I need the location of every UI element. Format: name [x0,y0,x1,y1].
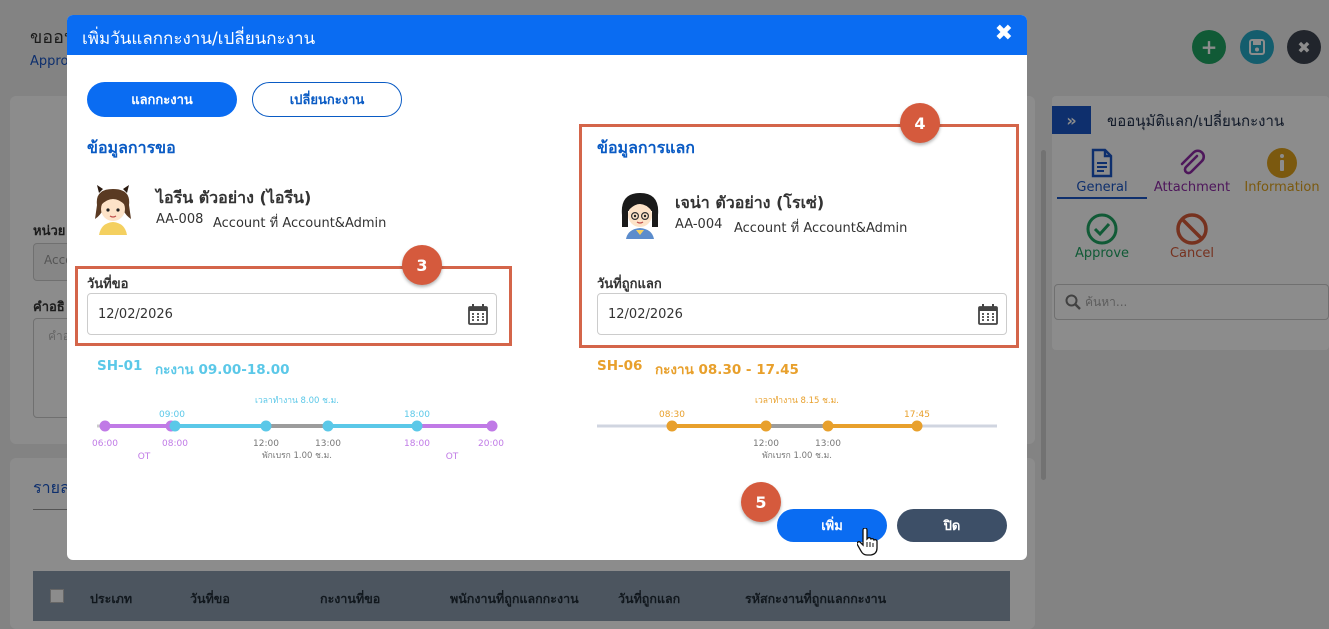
requester-code: AA-008 [156,212,204,227]
request-shift-code: SH-01 [97,358,143,374]
requester-position: Account ที่ Account&Admin [213,216,387,231]
tab-change-shift[interactable]: เปลี่ยนกะงาน [252,82,402,117]
timeline-point [822,420,834,432]
timeline-point [99,420,111,432]
modal-title: เพิ่มวันแลกกะงาน/เปลี่ยนกะงาน [82,29,316,49]
time-label: 18:00 [404,439,430,449]
modal-close-icon[interactable]: ✖ [995,23,1013,45]
request-shift-text: กะงาน 09.00-18.00 [155,362,290,378]
step-badge-5: 5 [741,482,781,522]
ot-label: OT [446,452,459,462]
swap-shift-code: SH-06 [597,358,643,374]
swap-shift-text: กะงาน 08.30 - 17.45 [655,362,799,378]
time-label: 09:00 [159,410,185,420]
timeline-point [169,420,181,432]
swap-shift-timeline: เวลาทำงาน 8.15 ช.ม. 08:30 17:45 12:00 13… [597,396,997,461]
time-label: 12:00 [253,439,279,449]
time-label: 08:00 [162,439,188,449]
close-button[interactable]: ปิด [897,509,1007,542]
request-shift-timeline: เวลาทำงาน 8.00 ช.ม. 09:00 18:00 06:00 08… [92,396,504,462]
timeline-point [911,420,923,432]
timeline-point [666,420,678,432]
request-section-title: ข้อมูลการขอ [87,138,176,157]
requester-name: ไอรีน ตัวอย่าง (ไอรีน) [156,188,312,207]
highlight-box-swap-info [579,124,1019,348]
time-label: 20:00 [478,439,504,449]
time-label: 13:00 [315,439,341,449]
modal-header: เพิ่มวันแลกกะงาน/เปลี่ยนกะงาน ✖ [67,15,1027,55]
time-label: 18:00 [404,410,430,420]
time-label: 12:00 [753,439,779,449]
work-hours-label: เวลาทำงาน 8.15 ช.ม. [755,396,839,406]
break-label: พักเบรก 1.00 ช.ม. [262,451,332,461]
timeline-point [760,420,772,432]
time-label: 06:00 [92,439,118,449]
time-label: 08:30 [659,410,685,420]
tab-swap-shift[interactable]: แลกกะงาน [87,82,237,117]
break-label: พักเบรก 1.00 ช.ม. [762,451,832,461]
swap-shift-modal: เพิ่มวันแลกกะงาน/เปลี่ยนกะงาน ✖ แลกกะงาน… [67,15,1027,560]
hand-cursor-icon [857,528,878,556]
work-hours-label: เวลาทำงาน 8.00 ช.ม. [255,396,339,406]
highlight-box-request-date [75,266,512,346]
timeline-point [486,420,498,432]
step-badge-4: 4 [900,103,940,143]
timeline-point [260,420,272,432]
ot-label: OT [138,452,151,462]
time-label: 17:45 [904,410,930,420]
timeline-point [411,420,423,432]
timeline-point [322,420,334,432]
step-badge-3: 3 [402,245,442,285]
requester-avatar [95,185,131,235]
time-label: 13:00 [815,439,841,449]
